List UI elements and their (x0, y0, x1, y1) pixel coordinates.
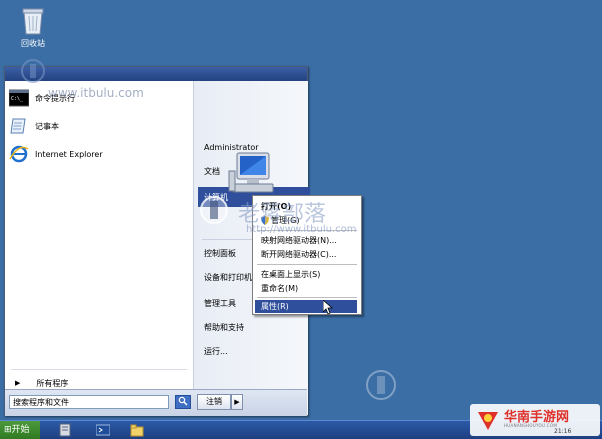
ctx-show-on-desktop[interactable]: 在桌面上显示(S) (255, 268, 357, 281)
pinned-item-notepad[interactable]: 记事本 (9, 115, 189, 137)
taskbar-clock: 21:16 (554, 428, 572, 435)
corner-brand-site: HUANANSHOUYOU.COM (504, 423, 558, 428)
windows-logo-icon: ⊞ (4, 425, 12, 435)
start-menu-search-bar: 搜索程序和文件 注销 ▶ (5, 389, 307, 416)
brand-logo-icon (478, 412, 498, 430)
search-icon (178, 396, 188, 406)
watermark-logo-icon (21, 59, 45, 83)
ctx-disconnect-network-drive[interactable]: 断开网络驱动器(C)... (255, 248, 357, 261)
explorer-folder-icon[interactable] (130, 423, 144, 437)
start-label: 开始 (11, 425, 30, 435)
search-button[interactable] (175, 395, 191, 409)
powershell-icon[interactable] (96, 423, 110, 437)
watermark-logo-icon (366, 370, 396, 400)
ctx-map-network-drive[interactable]: 映射网络驱动器(N)... (255, 234, 357, 247)
ctx-properties[interactable]: 属性(R) (255, 300, 357, 313)
right-item-run[interactable]: 运行... (204, 341, 304, 361)
computer-user-icon (228, 152, 274, 193)
pinned-item-label: 记事本 (35, 121, 59, 131)
pinned-item-internet-explorer[interactable]: Internet Explorer (9, 143, 189, 165)
logoff-button[interactable]: 注销 (197, 394, 231, 410)
start-menu-left-pane: C:\_ 命令提示行 记事本 Internet Explorer ▶ 所有程序 (5, 81, 193, 415)
command-prompt-icon: C:\_ (9, 89, 29, 107)
shutdown-options-arrow[interactable]: ▶ (231, 394, 243, 410)
mouse-cursor-icon (323, 300, 333, 315)
chevron-right-icon: ▶ (15, 379, 21, 387)
watermark-site: www.itbulu.com (48, 86, 144, 100)
notepad-icon (10, 118, 26, 134)
search-input[interactable]: 搜索程序和文件 (9, 395, 169, 409)
ctx-divider (257, 297, 357, 298)
all-programs-divider (11, 369, 187, 370)
ctx-rename[interactable]: 重命名(M) (255, 282, 357, 295)
all-programs-label: 所有程序 (36, 378, 69, 388)
internet-explorer-icon (9, 145, 29, 163)
pinned-item-label: Internet Explorer (35, 149, 103, 159)
right-item-help-support[interactable]: 帮助和支持 (204, 317, 304, 337)
ctx-divider (257, 264, 357, 265)
corner-brand-overlay: 华南手游网 HUANANSHOUYOU.COM 21:16 (470, 404, 600, 436)
start-button[interactable]: ⊞开始 (0, 421, 40, 439)
recycle-bin-icon (22, 8, 44, 35)
server-manager-icon[interactable] (58, 423, 72, 437)
recycle-bin-shortcut[interactable]: 回收站 (10, 6, 56, 60)
watermark-logo-icon (200, 196, 228, 224)
recycle-bin-label: 回收站 (21, 39, 45, 48)
watermark-site-2: http://www.itbulu.com (246, 224, 357, 235)
start-menu-banner (5, 67, 307, 81)
svg-text:C:\_: C:\_ (11, 96, 24, 102)
